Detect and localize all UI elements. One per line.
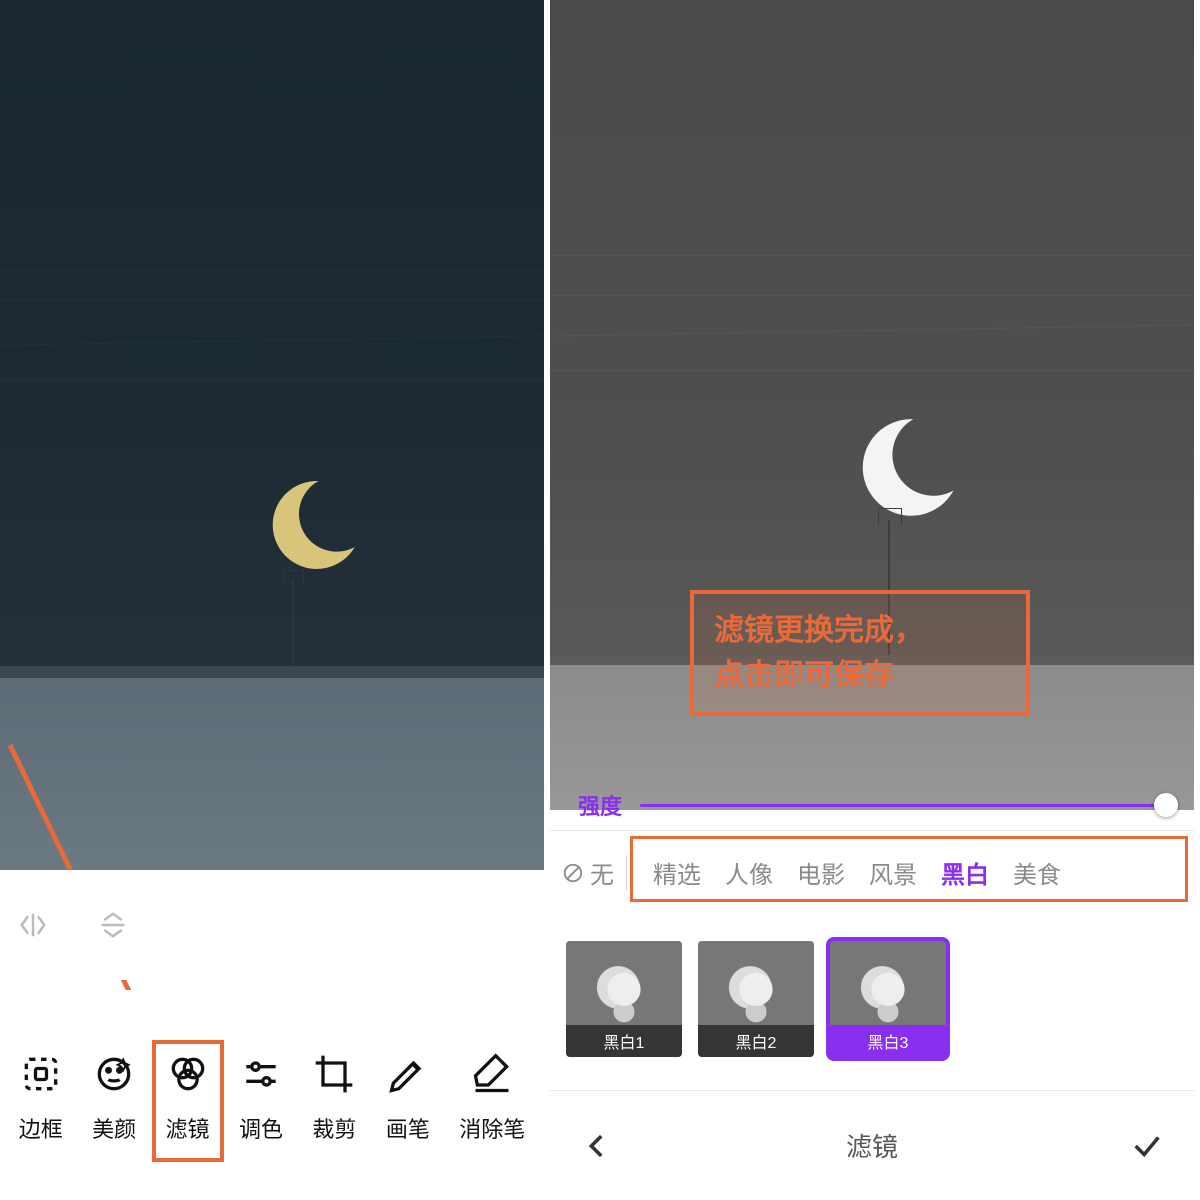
category-landscape[interactable]: 风景 (867, 853, 919, 892)
bottom-action-bar: 滤镜 (550, 1090, 1194, 1200)
category-label: 电影 (797, 862, 845, 889)
category-movie[interactable]: 电影 (795, 853, 847, 892)
tool-label: 画笔 (386, 1112, 430, 1144)
filter-icon (166, 1052, 210, 1096)
moon-icon (850, 410, 965, 525)
tower-silhouette (292, 580, 294, 670)
frame-icon (19, 1052, 63, 1096)
brush-icon (386, 1052, 430, 1096)
tool-label: 滤镜 (166, 1112, 210, 1144)
category-featured[interactable]: 精选 (651, 853, 703, 892)
thumb-label: 黑白1 (566, 1025, 682, 1057)
right-screenshot: 滤镜更换完成， 点击即可保存 强度 无 精选 人像 电影 风景 黑白 美食 黑白… (550, 0, 1194, 1200)
crop-icon (312, 1052, 356, 1096)
tool-label: 调色 (239, 1112, 283, 1144)
category-food[interactable]: 美食 (1011, 853, 1063, 892)
slider-thumb[interactable] (1154, 793, 1178, 817)
tool-brush[interactable]: 画笔 (386, 1052, 430, 1144)
filter-category-tabs: 无 精选 人像 电影 风景 黑白 美食 (550, 830, 1194, 914)
tool-label: 边框 (19, 1112, 63, 1144)
category-none[interactable]: 无 (562, 855, 627, 890)
left-screenshot: 边框 美颜 滤镜 调色 裁剪 画笔 消除笔 (0, 0, 550, 1200)
tool-beauty[interactable]: 美颜 (92, 1052, 136, 1144)
category-bw[interactable]: 黑白 (939, 853, 991, 892)
beauty-icon (92, 1052, 136, 1096)
intensity-slider-row: 强度 (550, 780, 1194, 830)
filter-thumb-bw3[interactable]: 黑白3 (830, 941, 946, 1057)
tool-filter[interactable]: 滤镜 (166, 1052, 210, 1144)
category-label: 无 (590, 855, 614, 890)
tool-label: 裁剪 (312, 1112, 356, 1144)
filter-thumbnails: 黑白1 黑白2 黑白3 (550, 924, 1194, 1074)
category-portrait[interactable]: 人像 (723, 853, 775, 892)
ban-icon (562, 862, 584, 884)
callout-line: 点击即可保存 (714, 653, 1006, 698)
confirm-button[interactable] (1130, 1129, 1164, 1163)
thumb-label: 黑白3 (830, 1025, 946, 1057)
tool-frame[interactable]: 边框 (19, 1052, 63, 1144)
category-label: 美食 (1013, 862, 1061, 889)
left-subtoolbar (0, 870, 544, 980)
tool-crop[interactable]: 裁剪 (312, 1052, 356, 1144)
intensity-slider[interactable] (640, 804, 1166, 807)
eraser-icon (470, 1052, 514, 1096)
moon-icon (258, 470, 368, 580)
category-label: 风景 (869, 862, 917, 889)
left-preview-image (0, 0, 544, 870)
flip-vertical-icon[interactable] (98, 910, 128, 940)
edit-toolbar: 边框 美颜 滤镜 调色 裁剪 画笔 消除笔 (0, 990, 544, 1200)
category-label: 黑白 (941, 862, 989, 889)
tool-label: 美颜 (92, 1112, 136, 1144)
back-button[interactable] (580, 1129, 614, 1163)
category-label: 人像 (725, 862, 773, 889)
bottom-title: 滤镜 (846, 1127, 898, 1164)
tool-adjust[interactable]: 调色 (239, 1052, 283, 1144)
callout-line: 滤镜更换完成， (714, 608, 1006, 653)
thumb-label: 黑白2 (698, 1025, 814, 1057)
flip-horizontal-icon[interactable] (18, 910, 48, 940)
category-label: 精选 (653, 862, 701, 889)
filter-thumb-bw2[interactable]: 黑白2 (698, 941, 814, 1057)
adjust-icon (239, 1052, 283, 1096)
tool-label: 消除笔 (459, 1112, 525, 1144)
annotation-callout: 滤镜更换完成， 点击即可保存 (690, 590, 1030, 716)
filter-thumb-bw1[interactable]: 黑白1 (566, 941, 682, 1057)
tool-eraser[interactable]: 消除笔 (459, 1052, 525, 1144)
slider-label: 强度 (578, 789, 622, 821)
right-preview-image: 滤镜更换完成， 点击即可保存 (550, 0, 1194, 810)
